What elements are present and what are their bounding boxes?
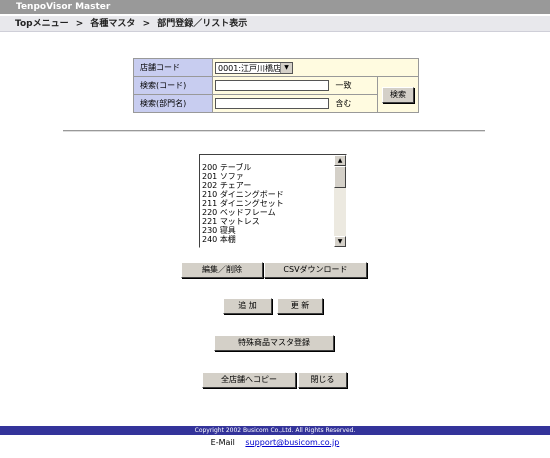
breadcrumb-separator: >: [75, 19, 84, 29]
contact-line: E-Mail support@busicom.co.jp: [0, 438, 550, 447]
list-item[interactable]: 211 ダイニングセット: [202, 199, 284, 208]
list-item[interactable]: 240 本棚: [202, 235, 284, 244]
search-name-label: 検索(部門名): [133, 94, 213, 113]
close-button[interactable]: 閉じる: [298, 372, 347, 388]
scroll-down-icon[interactable]: ▼: [334, 236, 346, 247]
search-code-cell: 一致: [212, 76, 378, 95]
list-scrollbar[interactable]: ▲ ▼: [334, 155, 346, 247]
store-code-cell: 0001:江戸川橋店 ▼: [212, 58, 419, 77]
breadcrumb-top-menu[interactable]: Topメニュー: [15, 19, 69, 29]
breadcrumb-separator: >: [142, 19, 151, 29]
scroll-up-icon[interactable]: ▲: [334, 155, 346, 166]
scroll-thumb[interactable]: [334, 166, 346, 188]
exact-match-label: 一致: [335, 81, 352, 90]
email-label: E-Mail: [210, 438, 235, 447]
app-title: TenpoVisor Master: [0, 0, 550, 14]
divider: [63, 130, 485, 132]
add-button[interactable]: 追 加: [223, 298, 272, 314]
search-name-cell: 含む: [212, 94, 378, 113]
edit-delete-button[interactable]: 編集／削除: [181, 262, 263, 278]
chevron-down-icon[interactable]: ▼: [280, 62, 292, 73]
list-item[interactable]: 220 ベッドフレーム: [202, 208, 284, 217]
search-button-cell: 検索: [377, 76, 419, 113]
csv-download-button[interactable]: CSVダウンロード: [264, 262, 367, 278]
search-form: 店舗コード 0001:江戸川橋店 ▼ 検索(コード) 一致 検索 検索(部門名)…: [133, 58, 419, 113]
update-button[interactable]: 更 新: [277, 298, 323, 314]
search-button[interactable]: 検索: [382, 86, 414, 103]
breadcrumb-current: 部門登録／リスト表示: [157, 19, 248, 29]
list-item[interactable]: 221 マットレス: [202, 217, 284, 226]
search-name-input[interactable]: [215, 98, 329, 109]
store-code-select[interactable]: 0001:江戸川橋店 ▼: [215, 61, 293, 74]
search-code-label: 検索(コード): [133, 76, 213, 95]
breadcrumb-masters[interactable]: 各種マスタ: [90, 19, 135, 29]
list-item[interactable]: 201 ソファ: [202, 172, 284, 181]
store-code-value: 0001:江戸川橋店: [218, 63, 282, 73]
list-item[interactable]: 202 チェアー: [202, 181, 284, 190]
list-item[interactable]: 230 寝具: [202, 226, 284, 235]
department-listbox[interactable]: 200 テーブル 201 ソファ 202 チェアー 210 ダイニングボード 2…: [199, 154, 347, 248]
contains-label: 含む: [335, 99, 352, 108]
email-link[interactable]: support@busicom.co.jp: [245, 438, 339, 447]
copy-all-stores-button[interactable]: 全店舗へコピー: [202, 372, 296, 388]
store-code-label: 店舗コード: [133, 58, 213, 77]
list-item[interactable]: 200 テーブル: [202, 163, 284, 172]
search-code-input[interactable]: [215, 80, 329, 91]
department-list: 200 テーブル 201 ソファ 202 チェアー 210 ダイニングボード 2…: [202, 163, 284, 244]
special-product-button[interactable]: 特殊商品マスタ登録: [214, 335, 334, 351]
copyright-bar: Copyright 2002 Busicom Co.,Ltd. All Righ…: [0, 426, 550, 435]
breadcrumb: Topメニュー > 各種マスタ > 部門登録／リスト表示: [0, 16, 550, 32]
list-item[interactable]: 210 ダイニングボード: [202, 190, 284, 199]
